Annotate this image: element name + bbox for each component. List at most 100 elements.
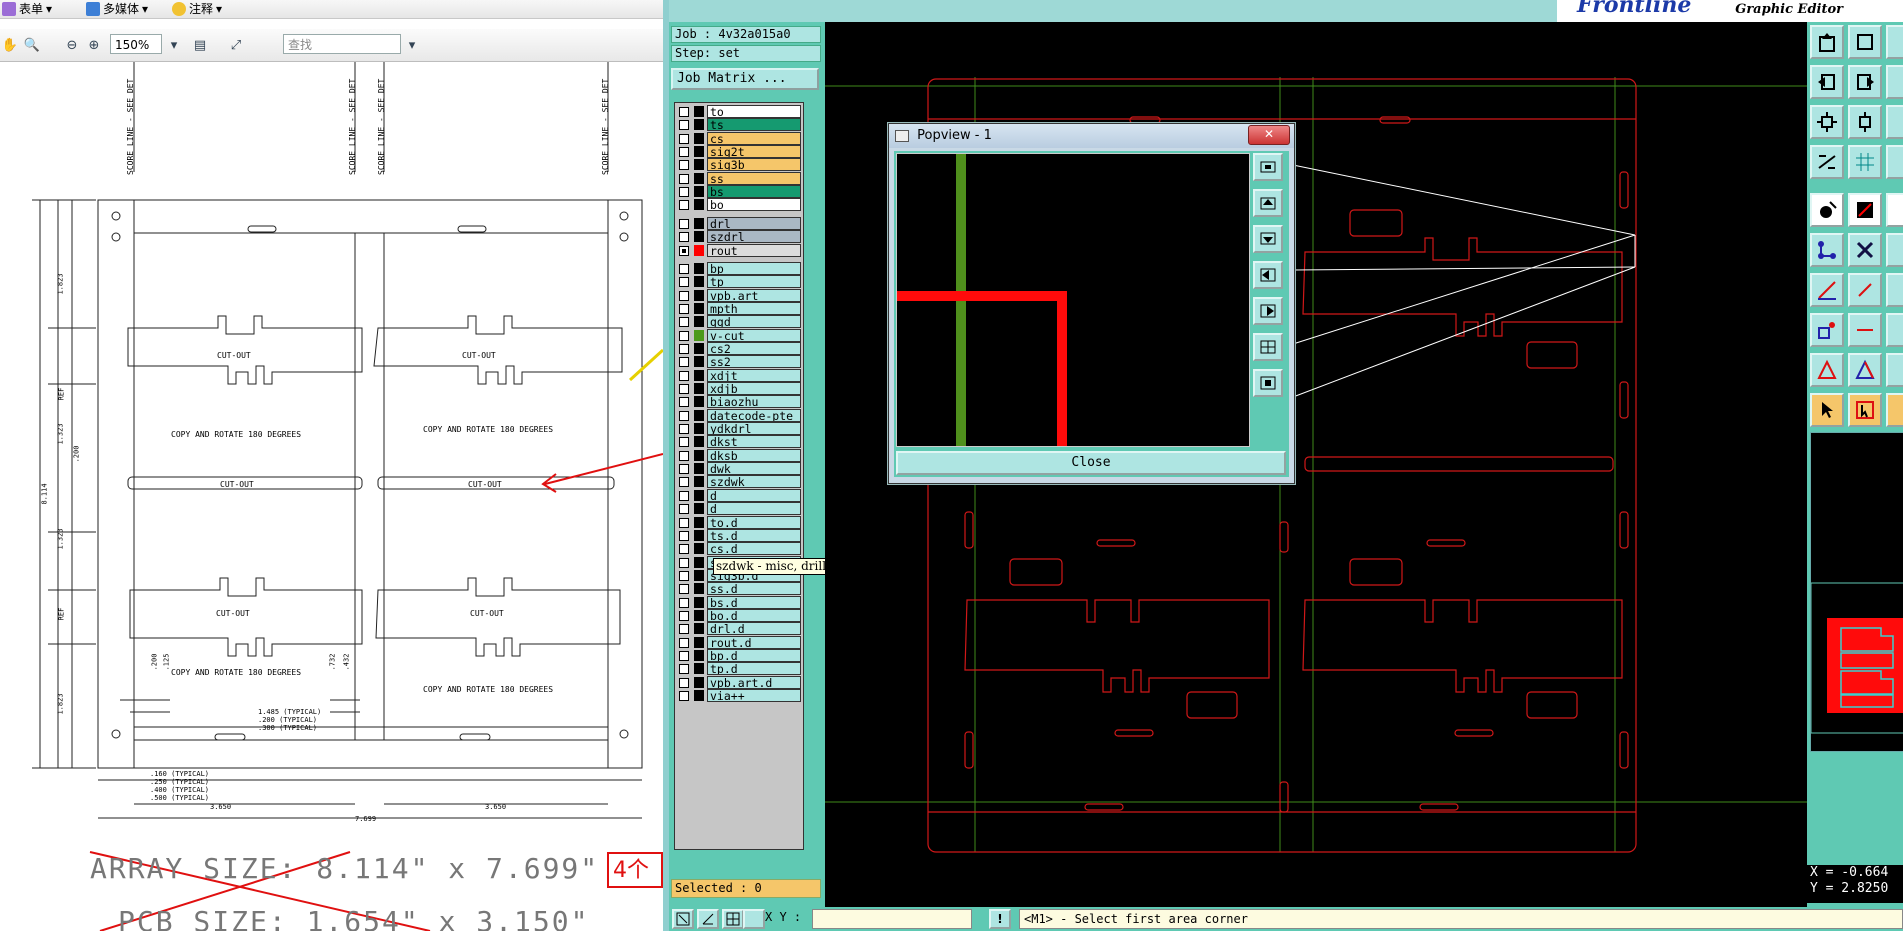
cross-icon[interactable] [1848,233,1882,267]
layer-checkbox[interactable] [679,584,689,595]
layer-color-swatch[interactable] [694,289,704,301]
layer-name[interactable]: xdjt [707,368,801,382]
layer-row[interactable]: bp [677,261,803,276]
layer-color-swatch[interactable] [694,463,704,475]
layer-color-swatch[interactable] [694,132,704,144]
minimap[interactable] [1810,432,1903,752]
layer-name[interactable]: dkst [707,435,801,449]
zoom-tool-icon[interactable]: 🔍 [22,35,42,55]
layer-name[interactable]: dwk [707,462,801,476]
layer-name[interactable]: ggd [707,315,801,329]
layer-name[interactable]: rout [707,243,801,257]
popview-close-button[interactable]: Close [896,451,1286,475]
layer-row[interactable]: szdwk [677,475,803,489]
layer-name[interactable]: szdwk [707,475,801,489]
scale-icon[interactable] [1848,105,1882,139]
layer-row[interactable]: ss2 [677,355,803,369]
layer-checkbox[interactable] [679,397,689,408]
layer-color-swatch[interactable] [694,302,704,314]
layer-row[interactable]: bo [677,198,803,212]
layer-color-swatch[interactable] [694,676,704,688]
layer-name[interactable]: bo.d [707,608,801,622]
layer-checkbox[interactable] [679,263,689,274]
layer-name[interactable]: to.d [707,515,801,529]
layer-name[interactable]: bp [707,261,801,275]
layer-checkbox[interactable] [679,530,689,541]
draw-segment-icon[interactable] [1848,273,1882,307]
fit-width-icon[interactable]: ⤢ [226,35,246,55]
layer-checkbox[interactable] [679,133,689,144]
layer-row[interactable]: xdjt [677,368,803,383]
tool-icon[interactable] [1886,105,1903,139]
layer-row[interactable]: sig3b [677,158,803,172]
zoom-home-icon[interactable] [1253,153,1283,181]
layer-color-swatch[interactable] [694,543,704,555]
layer-row[interactable]: to.d [677,515,803,530]
transform-icon[interactable] [1810,145,1844,179]
layer-row[interactable]: bs [677,185,803,199]
layer-color-swatch[interactable] [694,342,704,354]
snap-grid-icon[interactable] [722,909,744,929]
add-pad-icon[interactable] [1810,193,1844,227]
layer-checkbox[interactable] [679,357,689,368]
move-right-icon[interactable] [1848,65,1882,99]
layer-name[interactable]: vpb.art.d [707,675,801,689]
layer-checkbox[interactable] [679,410,689,421]
tool-icon[interactable] [1886,313,1903,347]
layer-color-swatch[interactable] [694,489,704,501]
layer-row[interactable]: tp [677,275,803,289]
layer-row[interactable]: cs [677,131,803,146]
layer-row[interactable]: d [677,502,803,516]
layer-checkbox[interactable] [679,651,689,661]
layer-color-swatch[interactable] [694,262,704,274]
layer-checkbox[interactable] [679,424,689,435]
layer-color-swatch[interactable] [694,276,704,288]
close-icon[interactable]: ✕ [1248,125,1290,145]
layer-checkbox[interactable] [679,477,689,488]
pan-up-icon[interactable] [1253,189,1283,217]
layer-row[interactable]: vpb.art [677,288,803,303]
layer-color-swatch[interactable] [694,186,704,198]
layer-row[interactable]: ydkdrl [677,422,803,436]
xy-input[interactable] [812,909,972,929]
layer-row[interactable]: ts [677,118,803,132]
layer-color-swatch[interactable] [694,119,704,131]
layer-name[interactable]: ss.d [707,582,801,596]
draw-line-icon[interactable] [1810,273,1844,307]
layer-color-swatch[interactable] [694,409,704,421]
tool-icon[interactable] [1886,393,1903,427]
hand-tool-icon[interactable]: ✋ [0,35,20,55]
layer-checkbox[interactable] [679,147,689,158]
layer-name[interactable]: ydkdrl [707,422,801,436]
layer-checkbox[interactable] [679,637,689,648]
layer-row[interactable]: d [677,488,803,503]
layer-color-swatch[interactable] [694,356,704,368]
layer-row[interactable]: rout [677,243,803,258]
grid-icon[interactable] [1848,145,1882,179]
menu-comment[interactable]: 注释 ▾ [172,1,222,17]
select-pointer-icon[interactable] [1810,393,1844,427]
layer-name[interactable]: bs.d [707,595,801,609]
layer-name[interactable]: d [707,488,801,502]
layer-row[interactable]: sig2t [677,145,803,159]
layer-color-swatch[interactable] [694,329,704,341]
layer-row[interactable]: via++ [677,689,803,703]
snap-icon[interactable] [743,909,765,929]
popview-titlebar[interactable]: Popview - 1 ✕ [889,124,1294,148]
add-line-icon[interactable] [1848,193,1882,227]
layer-checkbox[interactable] [679,200,689,211]
layer-color-swatch[interactable] [694,596,704,608]
layer-name[interactable]: sig3b [707,158,801,172]
find-dropdown-icon[interactable]: ▾ [402,35,422,55]
layer-color-swatch[interactable] [694,609,704,621]
layer-checkbox[interactable] [679,384,689,394]
layer-name[interactable]: datecode-pte [707,408,801,422]
pan-left-icon[interactable] [1253,261,1283,289]
pan-right-icon[interactable] [1253,297,1283,325]
resize-icon[interactable] [1810,105,1844,139]
layer-checkbox[interactable] [679,464,689,475]
horizontal-line-icon[interactable] [1848,313,1882,347]
pan-down-icon[interactable] [1253,225,1283,253]
layer-color-swatch[interactable] [694,199,704,211]
zoom-out-icon[interactable]: ⊖ [62,35,82,55]
